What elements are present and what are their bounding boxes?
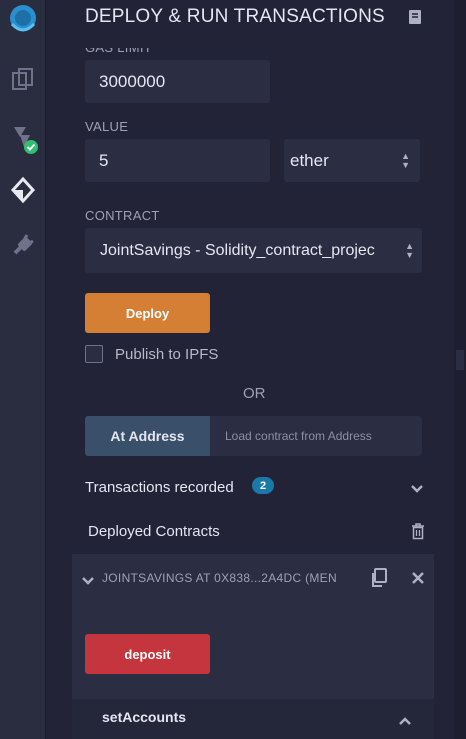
file-explorer-icon[interactable]	[0, 60, 45, 100]
select-arrows-icon: ▲ ▼	[405, 240, 414, 260]
trash-icon[interactable]	[411, 523, 425, 545]
value-label: VALUE	[85, 119, 129, 134]
icon-sidebar	[0, 0, 46, 739]
deployed-contracts-label: Deployed Contracts	[88, 523, 220, 540]
page-title: DEPLOY & RUN TRANSACTIONS	[85, 6, 385, 27]
value-amount: 5	[99, 150, 109, 170]
gas-limit-input[interactable]: 3000000	[85, 60, 270, 103]
set-accounts-label[interactable]: setAccounts	[102, 709, 186, 725]
or-divider: OR	[243, 385, 266, 402]
select-arrows-icon: ▲ ▼	[401, 150, 410, 170]
contract-label: CONTRACT	[85, 208, 160, 223]
deploy-run-panel: DEPLOY & RUN TRANSACTIONS GAS LIMIT 3000…	[46, 0, 454, 739]
compiler-icon[interactable]	[0, 118, 45, 158]
publish-ipfs-checkbox[interactable]	[85, 345, 103, 363]
value-unit-select[interactable]: ether ▲ ▼	[284, 139, 420, 182]
editor-edge	[454, 0, 466, 739]
transactions-count-badge: 2	[252, 477, 274, 494]
deposit-button[interactable]: deposit	[85, 634, 210, 674]
contract-select[interactable]: JointSavings - Solidity_contract_projec …	[85, 228, 422, 273]
close-icon[interactable]	[412, 571, 424, 589]
gas-limit-value: 3000000	[99, 71, 166, 91]
publish-ipfs-label: Publish to IPFS	[115, 346, 219, 363]
deploy-button[interactable]: Deploy	[85, 293, 210, 333]
remix-logo-icon[interactable]	[0, 0, 45, 44]
plugin-icon[interactable]	[0, 225, 45, 265]
copy-icon[interactable]	[370, 568, 388, 593]
docs-icon[interactable]	[408, 9, 422, 30]
at-address-button[interactable]: At Address	[85, 416, 210, 456]
deploy-icon[interactable]	[0, 170, 45, 210]
instance-name[interactable]: JOINTSAVINGS AT 0X838...2A4DC (MEN	[102, 571, 352, 585]
value-unit: ether	[290, 150, 329, 170]
contract-selected: JointSavings - Solidity_contract_projec	[100, 241, 375, 259]
contract-instance: JOINTSAVINGS AT 0X838...2A4DC (MEN depos…	[72, 554, 434, 739]
chevron-down-icon[interactable]	[410, 481, 424, 499]
transactions-recorded-label[interactable]: Transactions recorded	[85, 479, 234, 496]
chevron-up-icon[interactable]	[398, 713, 412, 731]
at-address-input[interactable]: Load contract from Address	[210, 416, 422, 456]
set-accounts-row: setAccounts	[72, 699, 434, 739]
chevron-down-icon[interactable]	[81, 573, 95, 591]
value-input[interactable]: 5	[85, 139, 270, 182]
